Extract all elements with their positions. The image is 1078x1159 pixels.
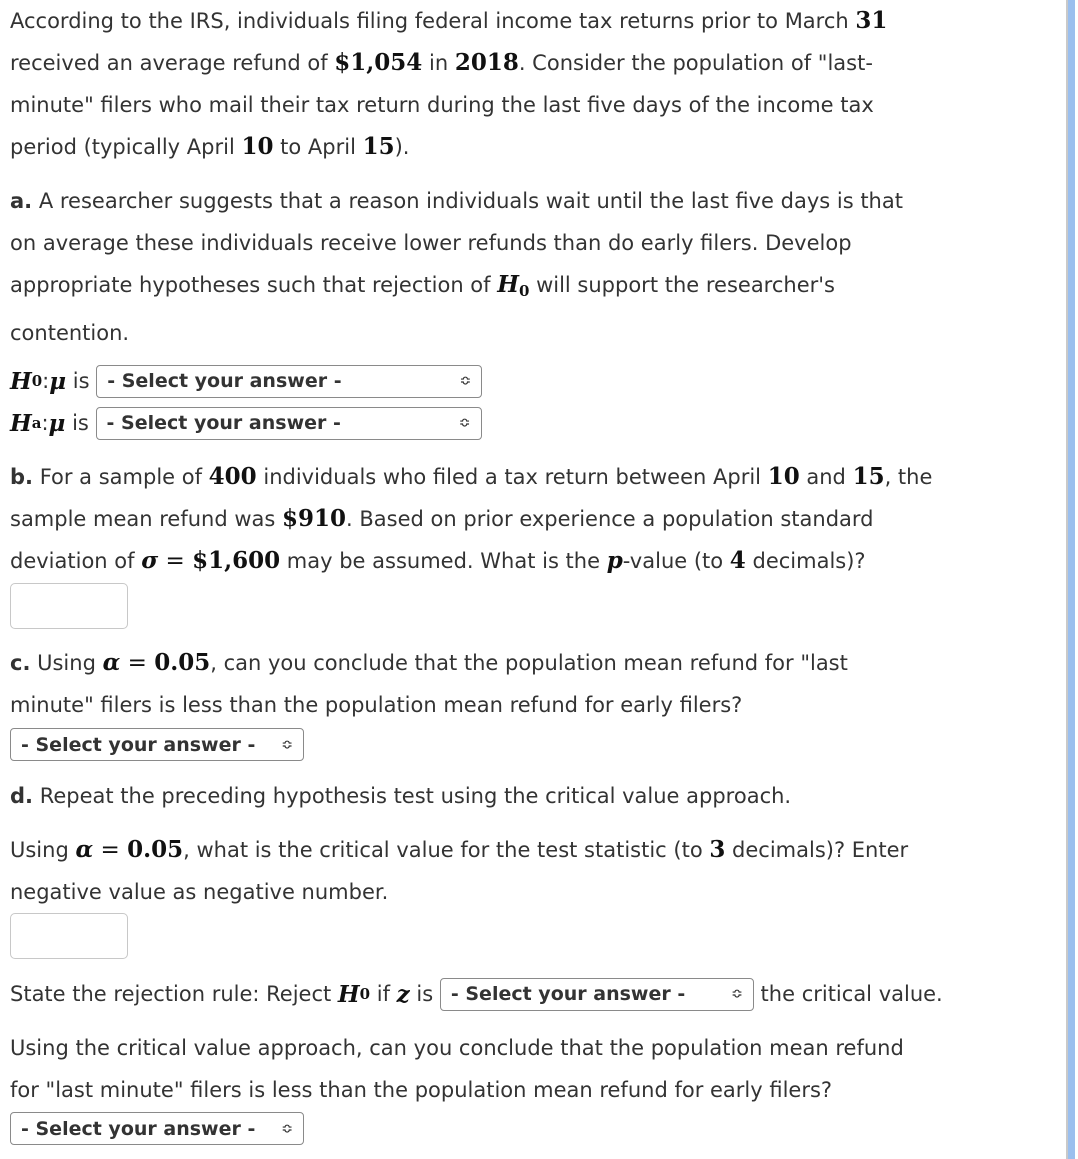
- part-c: c. Using α = 0.05, can you conclude that…: [10, 649, 848, 717]
- chevron-updown-icon: ≎: [281, 1120, 293, 1137]
- conclusion-c-select[interactable]: - Select your answer - ≎: [10, 728, 304, 761]
- h0-select[interactable]: - Select your answer - ≎: [96, 364, 483, 398]
- ha-select[interactable]: - Select your answer - ≎: [95, 406, 482, 440]
- part-d-label: d.: [10, 784, 34, 808]
- p-value-input[interactable]: [10, 583, 128, 629]
- intro-text: According to the IRS, individuals filing…: [10, 7, 888, 160]
- part-b-label: b.: [10, 465, 34, 489]
- part-a-label: a.: [10, 189, 33, 213]
- chevron-updown-icon: ≎: [458, 415, 471, 431]
- part-a: a. A researcher suggests that a reason i…: [10, 189, 903, 345]
- chevron-updown-icon: ≎: [459, 373, 472, 389]
- ha-row: Ha: μ is - Select your answer - ≎: [10, 406, 482, 440]
- part-d: d. Repeat the preceding hypothesis test …: [10, 784, 792, 808]
- conclusion-d-select[interactable]: - Select your answer - ≎: [10, 1112, 304, 1145]
- h0-row: H0: μ is - Select your answer - ≎: [10, 364, 483, 398]
- rejection-rule-row: State the rejection rule: Reject H0 if z…: [10, 977, 943, 1011]
- chevron-updown-icon: ≎: [731, 986, 743, 1002]
- rejection-rule-select[interactable]: - Select your answer - ≎: [439, 977, 754, 1011]
- part-b: b. For a sample of 400 individuals who f…: [10, 463, 933, 574]
- critical-value-input[interactable]: [10, 913, 128, 959]
- chevron-updown-icon: ≎: [281, 736, 293, 753]
- scrollbar[interactable]: [1068, 0, 1075, 1159]
- part-c-label: c.: [10, 651, 31, 675]
